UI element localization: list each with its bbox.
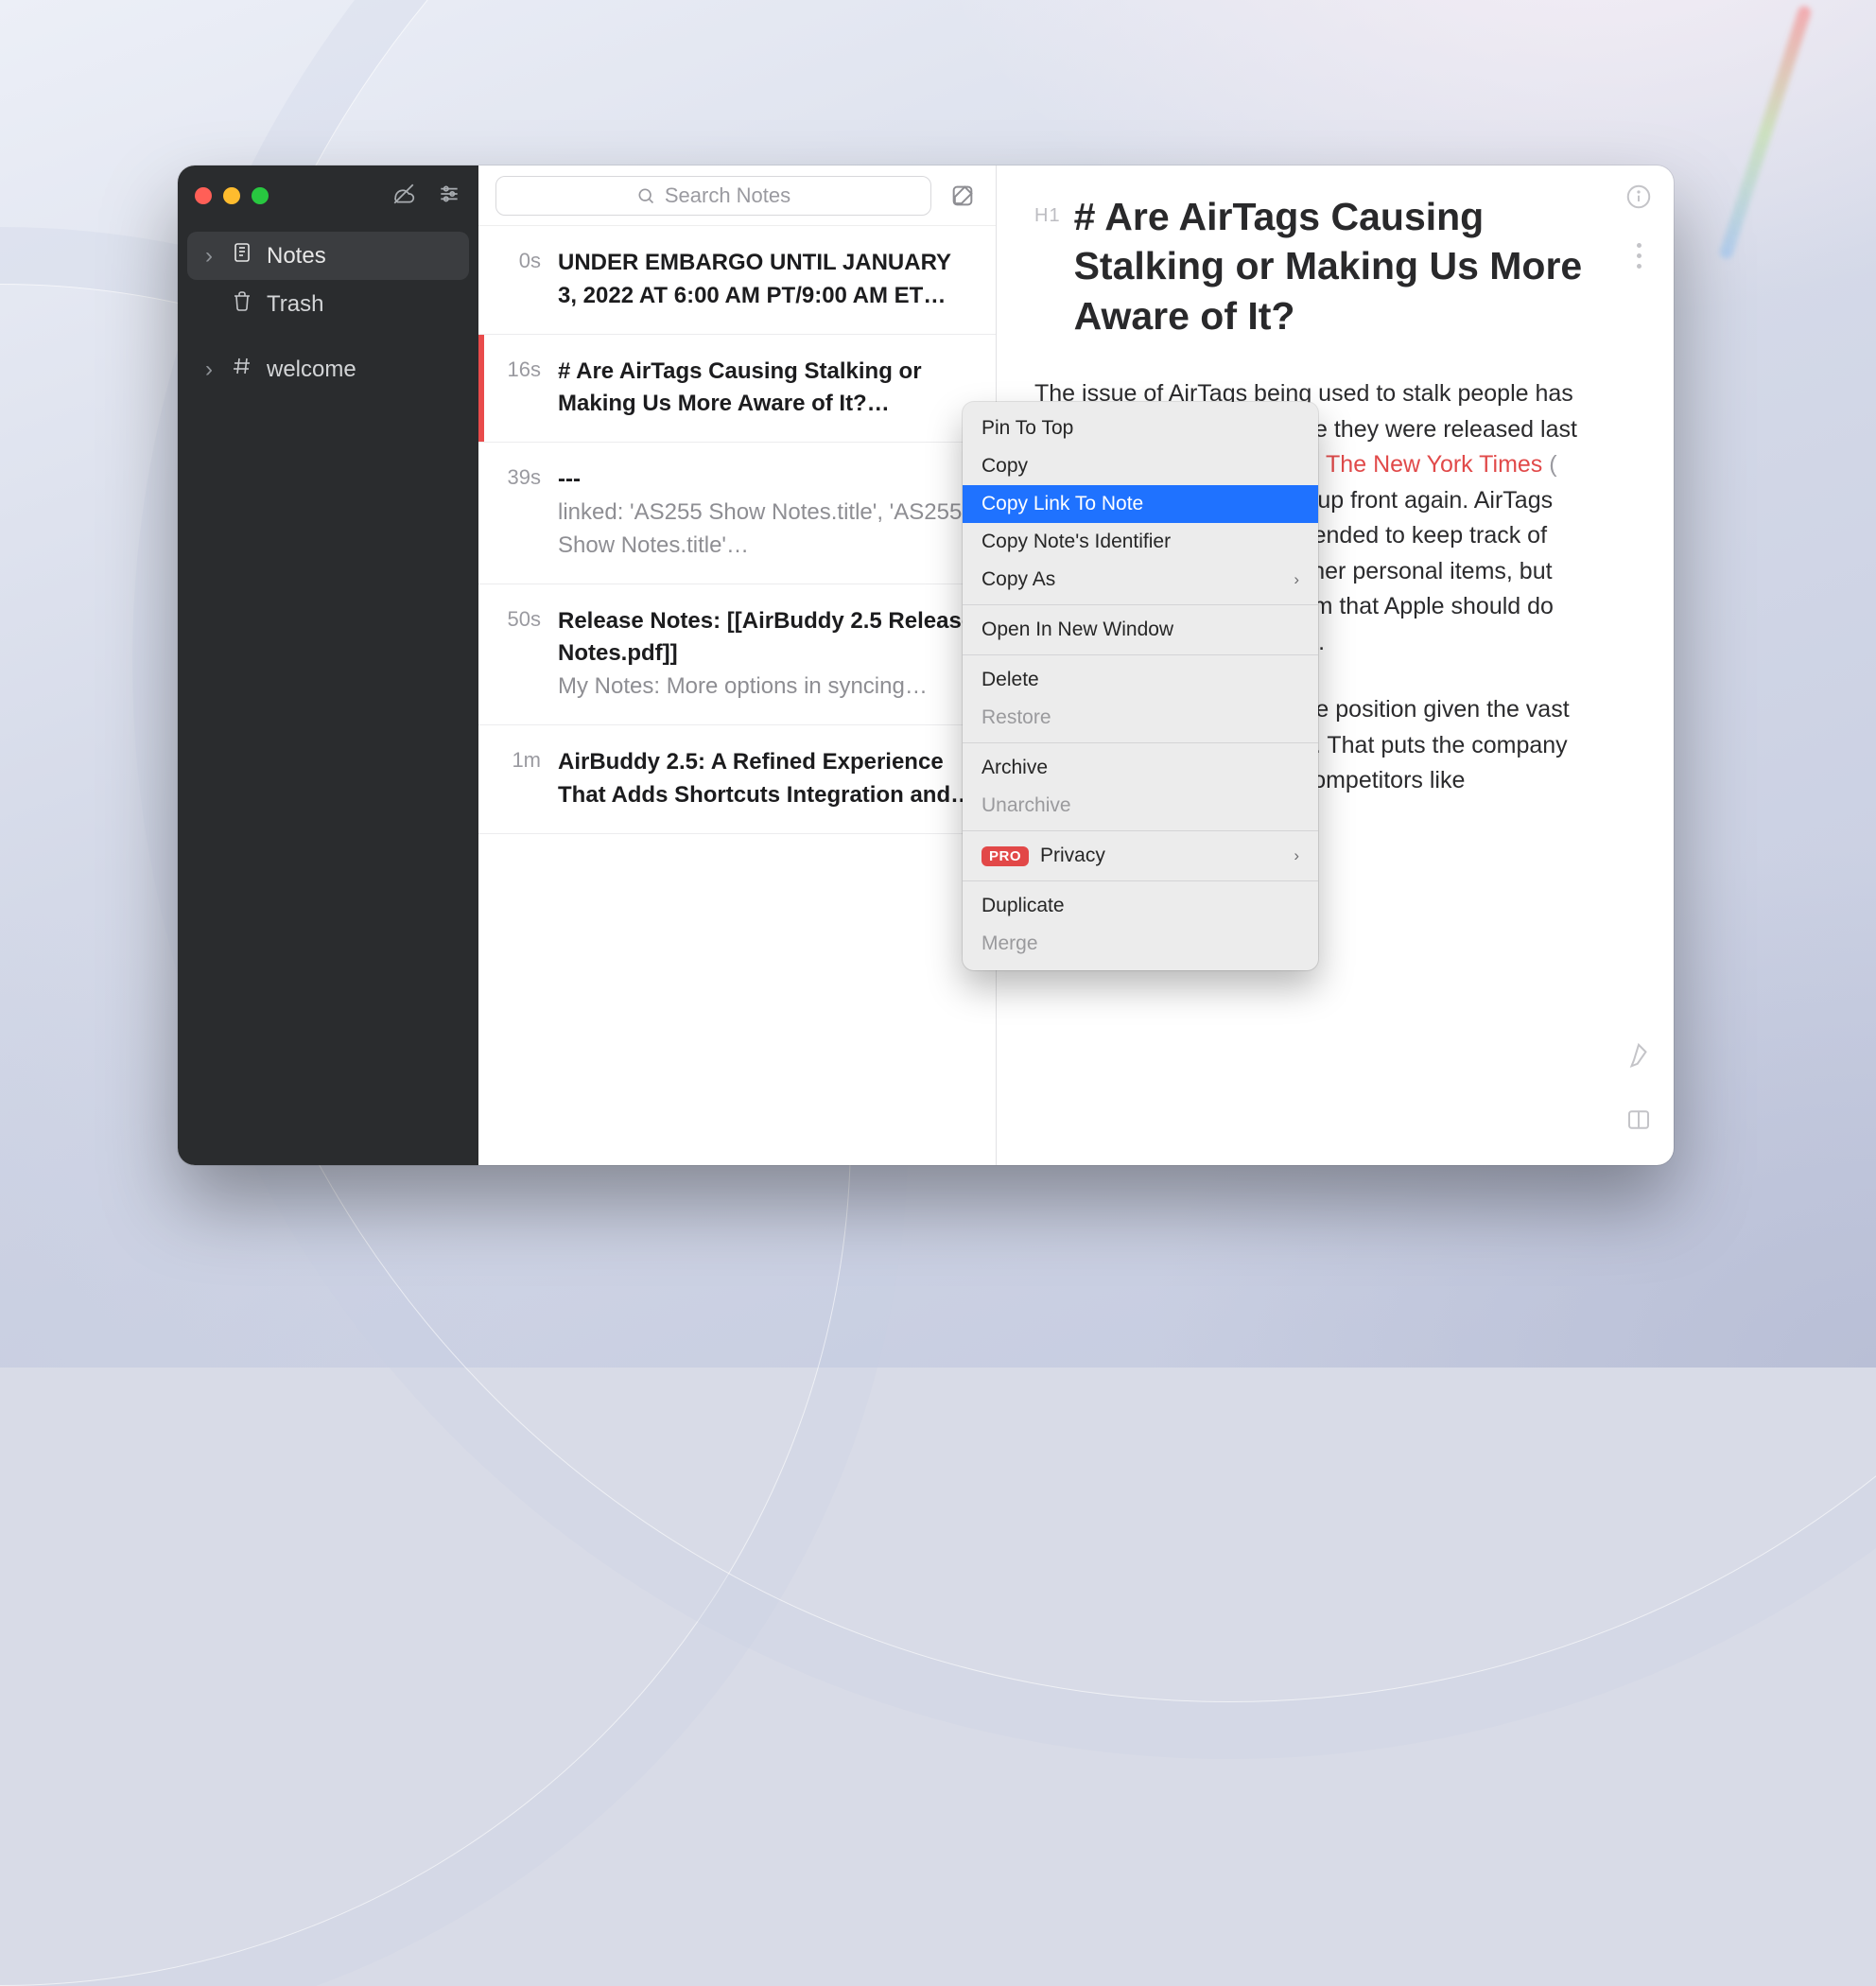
note-timestamp: 1m (488, 746, 541, 812)
sidebar-nav: › Notes Trash › welcome (178, 226, 478, 393)
note-title: UNDER EMBARGO UNTIL JANUARY 3, 2022 AT 6… (558, 250, 951, 308)
note-item[interactable]: 16s # Are AirTags Causing Stalking or Ma… (478, 335, 996, 444)
menu-item-open-window[interactable]: Open In New Window (963, 611, 1318, 649)
menu-separator (963, 880, 1318, 881)
menu-item-delete[interactable]: Delete (963, 661, 1318, 699)
window-controls (195, 187, 269, 204)
compose-icon (949, 183, 976, 209)
note-item[interactable]: 39s --- linked: 'AS255 Show Notes.title'… (478, 443, 996, 584)
search-placeholder: Search Notes (665, 183, 790, 208)
chevron-right-icon: › (200, 243, 217, 270)
menu-separator (963, 742, 1318, 743)
close-window-button[interactable] (195, 187, 212, 204)
menu-item-copy-identifier[interactable]: Copy Note's Identifier (963, 523, 1318, 561)
menu-item-merge: Merge (963, 925, 1318, 963)
search-input[interactable]: Search Notes (495, 176, 931, 216)
fullscreen-window-button[interactable] (252, 187, 269, 204)
chevron-right-icon: › (1294, 570, 1299, 589)
titlebar (178, 166, 478, 226)
info-icon[interactable] (1624, 183, 1653, 222)
note-timestamp: 16s (488, 356, 541, 422)
sidebar-item-label: welcome (267, 357, 356, 383)
note-subtitle: linked: 'AS255 Show Notes.title', 'AS255… (558, 496, 975, 563)
menu-separator (963, 654, 1318, 655)
trash-icon (231, 289, 253, 319)
menu-separator (963, 830, 1318, 831)
note-title: AirBuddy 2.5: A Refined Experience That … (558, 749, 973, 808)
note-title: # Are AirTags Causing Stalking or Making… (558, 358, 922, 417)
search-icon (636, 186, 655, 205)
list-toolbar: Search Notes (478, 166, 996, 226)
notes-list: 0s UNDER EMBARGO UNTIL JANUARY 3, 2022 A… (478, 226, 996, 1165)
pro-badge: PRO (981, 846, 1029, 866)
notes-icon (231, 241, 253, 270)
chevron-right-icon: › (1294, 846, 1299, 865)
heading-level-badge: H1 (1034, 192, 1061, 230)
menu-item-pin[interactable]: Pin To Top (963, 409, 1318, 447)
app-window: › Notes Trash › welcome (178, 166, 1674, 1165)
menu-item-restore: Restore (963, 699, 1318, 737)
tag-icon (231, 355, 253, 384)
notes-list-column: Search Notes 0s UNDER EMBARGO UNTIL JANU… (478, 166, 997, 1165)
minimize-window-button[interactable] (223, 187, 240, 204)
note-item[interactable]: 0s UNDER EMBARGO UNTIL JANUARY 3, 2022 A… (478, 226, 996, 335)
sync-status-icon[interactable] (391, 182, 416, 211)
note-timestamp: 39s (488, 463, 541, 562)
sidebar-item-notes[interactable]: › Notes (187, 232, 469, 280)
context-menu: Pin To Top Copy Copy Link To Note Copy N… (963, 402, 1318, 970)
sidebar-item-label: Notes (267, 243, 326, 270)
note-title: --- (558, 463, 975, 496)
note-timestamp: 50s (488, 605, 541, 704)
note-heading: # Are AirTags Causing Stalking or Making… (1074, 192, 1590, 340)
panel-icon[interactable] (1624, 1106, 1653, 1145)
menu-item-privacy[interactable]: PROPrivacy › (963, 837, 1318, 875)
pen-icon[interactable] (1624, 1041, 1653, 1081)
settings-icon[interactable] (437, 182, 461, 211)
note-subtitle: My Notes: More options in syncing… (558, 671, 975, 704)
sidebar-item-trash[interactable]: Trash (187, 280, 469, 328)
menu-item-unarchive: Unarchive (963, 787, 1318, 825)
menu-separator (963, 604, 1318, 605)
note-item[interactable]: 50s Release Notes: [[AirBuddy 2.5 Releas… (478, 584, 996, 725)
sidebar-item-label: Trash (267, 291, 323, 318)
note-title: Release Notes: [[AirBuddy 2.5 Release No… (558, 605, 975, 671)
chevron-right-icon: › (200, 357, 217, 383)
sidebar-item-welcome[interactable]: › welcome (187, 345, 469, 393)
menu-item-copy[interactable]: Copy (963, 447, 1318, 485)
note-timestamp: 0s (488, 247, 541, 313)
menu-item-duplicate[interactable]: Duplicate (963, 887, 1318, 925)
compose-button[interactable] (947, 180, 979, 212)
menu-item-archive[interactable]: Archive (963, 749, 1318, 787)
more-icon[interactable] (1624, 243, 1653, 269)
menu-item-copy-link[interactable]: Copy Link To Note (963, 485, 1318, 523)
menu-item-copy-as[interactable]: Copy As› (963, 561, 1318, 599)
note-item[interactable]: 1m AirBuddy 2.5: A Refined Experience Th… (478, 725, 996, 834)
sidebar: › Notes Trash › welcome (178, 166, 478, 1165)
